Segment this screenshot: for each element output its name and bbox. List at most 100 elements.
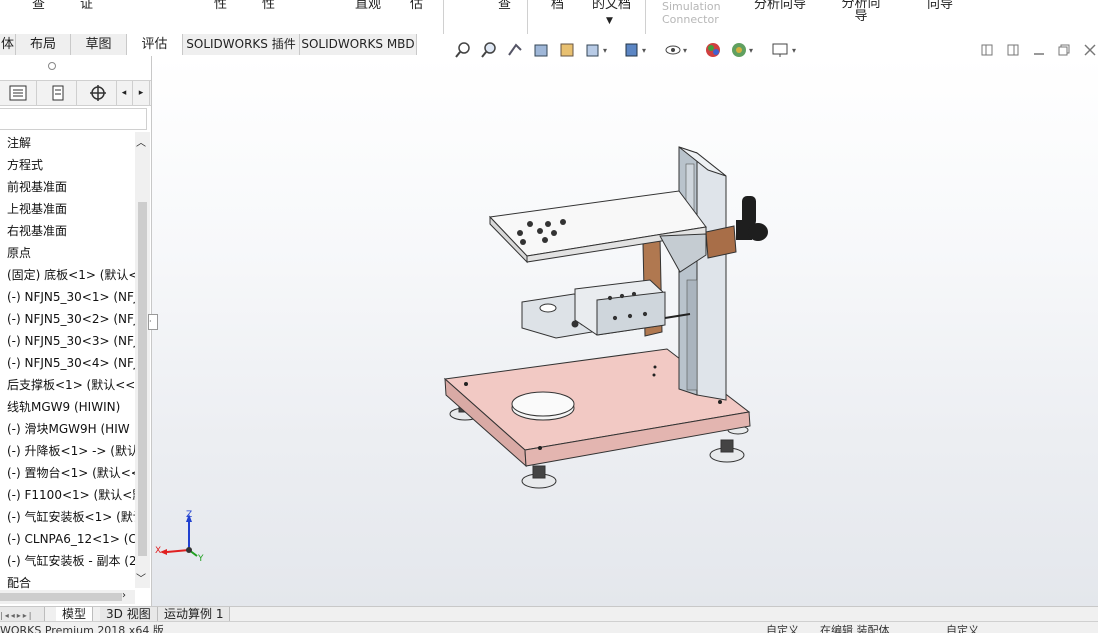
tree-item[interactable]: (-) 升降板<1> -> (默认 [0,440,139,462]
tree-item[interactable]: 前视基准面 [0,176,67,198]
tab-evaluate[interactable]: 评估 [127,34,183,55]
panel-grip-icon[interactable] [48,62,56,70]
tree-item-label: (-) F1100<1> (默认<默 [7,488,145,502]
feature-tree-tab-icon[interactable] [0,81,37,105]
ribbon-item[interactable]: 档 [551,0,564,14]
clamp-handle [736,196,768,241]
ribbon-separator [527,0,528,34]
edit-appearance-icon[interactable] [703,40,723,60]
tree-item-label: (固定) 底板<1> (默认< [7,268,139,282]
tree-filter-input[interactable] [0,108,147,130]
tree-item-label: 线轨MGW9 (HIWIN) [7,400,121,414]
scroll-right-icon[interactable]: › [122,590,126,601]
ribbon-item[interactable]: 估 [410,0,423,14]
tree-item[interactable]: 原点 [0,242,31,264]
tab-3d-view[interactable]: 3D 视图 [100,607,158,622]
tab-model[interactable]: 模型 [56,607,94,622]
tree-item[interactable]: (-) 气缸安装板<1> (默认 [0,506,145,528]
hide-show-items-icon[interactable]: ▾ [663,40,693,60]
tree-item-label: 上视基准面 [7,202,68,216]
tree-item[interactable]: (-) NFJN5_30<1> (NFJ [0,286,137,308]
rear-support-column [678,146,727,401]
tree-item[interactable]: (-) 气缸安装板 - 副本 (2 [0,550,137,572]
tree-item[interactable]: (-) NFJN5_30<4> (NFJ [0,352,137,374]
ribbon-item[interactable]: 直观 [355,0,381,14]
ribbon-item[interactable]: 性 [262,0,275,14]
tab-scroll-right-icon[interactable]: ▸ [133,81,150,105]
assembly-model[interactable] [152,56,1098,606]
tree-item[interactable]: 方程式 [0,154,43,176]
restore-icon[interactable] [1006,40,1020,60]
tab-part[interactable]: 体 [0,34,16,55]
ribbon-item[interactable]: 分析向导 [839,0,883,23]
tab-scroll-left-icon[interactable]: ◂ [116,81,133,105]
ribbon-item[interactable]: 分析向导 [754,0,806,14]
tree-item[interactable]: 注解 [0,132,31,154]
scroll-up-icon[interactable]: ︿ [136,134,146,149]
tab-nav-arrows[interactable]: |◂◂▸▸| [0,607,45,622]
panel-collapse-handle[interactable]: · [148,314,158,330]
view-triad: Z X Y [153,510,207,566]
manager-tabs: ◂ ▸ [0,80,151,106]
previous-view-icon[interactable] [505,40,525,60]
triad-x-label: X [155,546,162,556]
tab-sketch[interactable]: 草图 [71,34,127,55]
tree-item[interactable]: (-) F1100<1> (默认<默 [0,484,144,506]
tree-item-label: 前视基准面 [7,180,68,194]
tree-item-label: (-) CLNPA6_12<1> (CL [7,532,144,546]
feature-manager-panel: ◂ ▸ 注解方程式前视基准面上视基准面右视基准面 原点 (固定) 底板<1> (默认… [0,56,158,606]
tree-item[interactable]: 右视基准面 [0,220,67,242]
tree-item[interactable]: (-) NFJN5_30<3> (NFJ [0,330,137,352]
apply-scene-icon[interactable]: ▾ [729,40,759,60]
tree-item-label: 配合 [7,576,32,590]
ribbon-item[interactable]: 性 [214,0,227,14]
svg-text:▾: ▾ [603,46,607,55]
tree-item-label: (-) 置物台<1> (默认<< [7,466,141,480]
ribbon-item[interactable]: 的文档 [592,0,631,14]
ribbon-item[interactable]: 查 [32,0,45,14]
tree-item[interactable]: 上视基准面 [0,198,67,220]
tree-scroll-thumb[interactable] [138,202,147,556]
view-settings-icon[interactable]: ▾ [770,40,802,60]
svg-text:▾: ▾ [749,46,753,55]
minimize-icon[interactable] [1032,40,1046,60]
ribbon-separator [443,0,444,34]
status-bar: WORKS Premium 2018 x64 版 自定义 在编辑 装配体 自定义 [0,621,1098,633]
restore-icon[interactable] [980,40,994,60]
tree-item[interactable]: (-) NFJN5_30<2> (NFJ [0,308,137,330]
tree-item[interactable]: (固定) 底板<1> (默认< [0,264,138,286]
section-view-icon[interactable] [531,40,551,60]
scroll-down-icon[interactable]: ﹀ [136,570,146,585]
ribbon-item[interactable]: 查 [498,0,511,14]
tree-item[interactable]: (-) CLNPA6_12<1> (CL [0,528,143,550]
svg-text:▾: ▾ [792,46,796,55]
graphics-area[interactable] [152,56,1098,606]
maximize-icon[interactable] [1057,40,1071,60]
configuration-manager-tab-icon[interactable] [80,81,117,105]
close-icon[interactable] [1083,40,1097,60]
command-ribbon: 查 证 性 性 直观 估 查 档 的文档 ▼ Simulation Connec… [0,0,1098,35]
chevron-down-icon[interactable]: ▼ [606,16,613,26]
tab-solidworks-mbd[interactable]: SOLIDWORKS MBD [300,34,417,55]
tree-item[interactable]: (-) 滑块MGW9H (HIW [0,418,130,440]
dynamic-annotation-icon[interactable] [557,40,577,60]
tree-item-label: (-) 气缸安装板 - 副本 (2 [7,554,137,568]
zoom-area-icon[interactable] [479,40,499,60]
ribbon-item[interactable]: 向导 [927,0,953,14]
view-orientation-icon[interactable]: ▾ [583,40,613,60]
tree-item[interactable]: 线轨MGW9 (HIWIN) [0,396,120,418]
tree-item-label: (-) 滑块MGW9H (HIW [7,422,130,436]
tree-item[interactable]: 后支撑板<1> (默认<<默 [0,374,147,396]
tree-item[interactable]: (-) 置物台<1> (默认<< [0,462,141,484]
tab-motion-study[interactable]: 运动算例 1 [158,607,231,622]
tab-layout[interactable]: 布局 [16,34,71,55]
property-manager-tab-icon[interactable] [40,81,77,105]
ribbon-item[interactable]: 证 [80,0,93,14]
tree-hscroll-thumb[interactable] [0,593,122,601]
tab-solidworks-addins[interactable]: SOLIDWORKS 插件 [183,34,300,55]
display-style-icon[interactable]: ▾ [622,40,652,60]
simulation-connector-button[interactable]: Simulation Connector [662,0,726,26]
tree-item-label: 注解 [7,136,32,150]
zoom-to-fit-icon[interactable] [453,40,473,60]
tree-item-label: 方程式 [7,158,44,172]
